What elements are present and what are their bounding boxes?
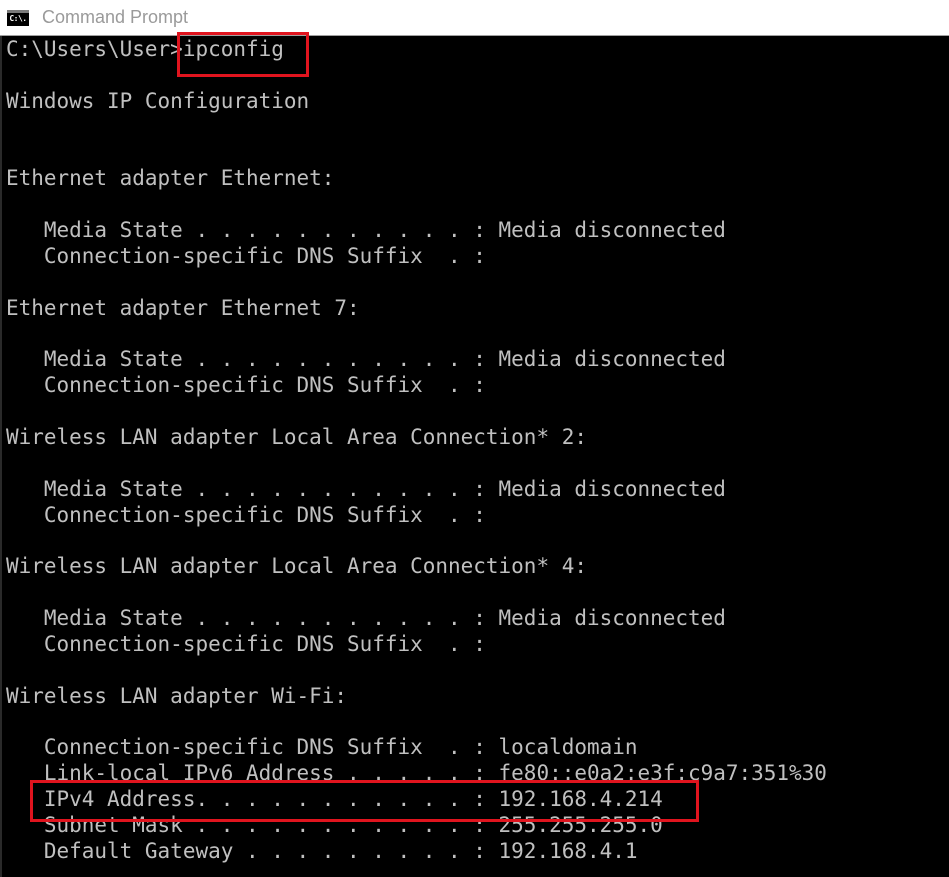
console-line: Wireless LAN adapter Local Area Connecti… [6,425,587,451]
console-line: Media State . . . . . . . . . . . : Medi… [6,347,726,373]
console-line: Ethernet adapter Ethernet 7: [6,295,360,321]
window-title: Command Prompt [42,7,189,27]
console-line: Default Gateway . . . . . . . . . : 192.… [6,838,638,864]
console-line: Connection-specific DNS Suffix . : [6,243,486,269]
console-line: C:\Users\User>ipconfig [6,37,284,62]
console-line: Connection-specific DNS Suffix . : [6,502,486,528]
console-line: Wireless LAN adapter Wi-Fi: [6,683,348,709]
console-line: Connection-specific DNS Suffix . : [6,373,486,399]
console-line: Ethernet adapter Ethernet: [6,166,335,192]
console-line: Media State . . . . . . . . . . . : Medi… [6,476,726,502]
console-line: Connection-specific DNS Suffix . : [6,632,486,657]
console-line: Windows IP Configuration [6,88,310,114]
cmd-icon: C:\. [7,10,29,26]
console-line: Subnet Mask . . . . . . . . . . . : 255.… [6,813,663,839]
console-line: Media State . . . . . . . . . . . : Medi… [6,606,726,632]
console-line: Connection-specific DNS Suffix . : local… [6,735,638,761]
console-output[interactable]: C:\Users\User>ipconfig Windows IP Configu… [0,36,949,877]
console-line: Media State . . . . . . . . . . . : Medi… [6,218,726,244]
console-line: IPv4 Address. . . . . . . . . . . : 192.… [6,787,663,813]
console-line: Link-local IPv6 Address . . . . . : fe80… [6,761,827,787]
title-bar[interactable]: C:\. Command Prompt [0,0,949,36]
console-line: Wireless LAN adapter Local Area Connecti… [6,554,587,580]
